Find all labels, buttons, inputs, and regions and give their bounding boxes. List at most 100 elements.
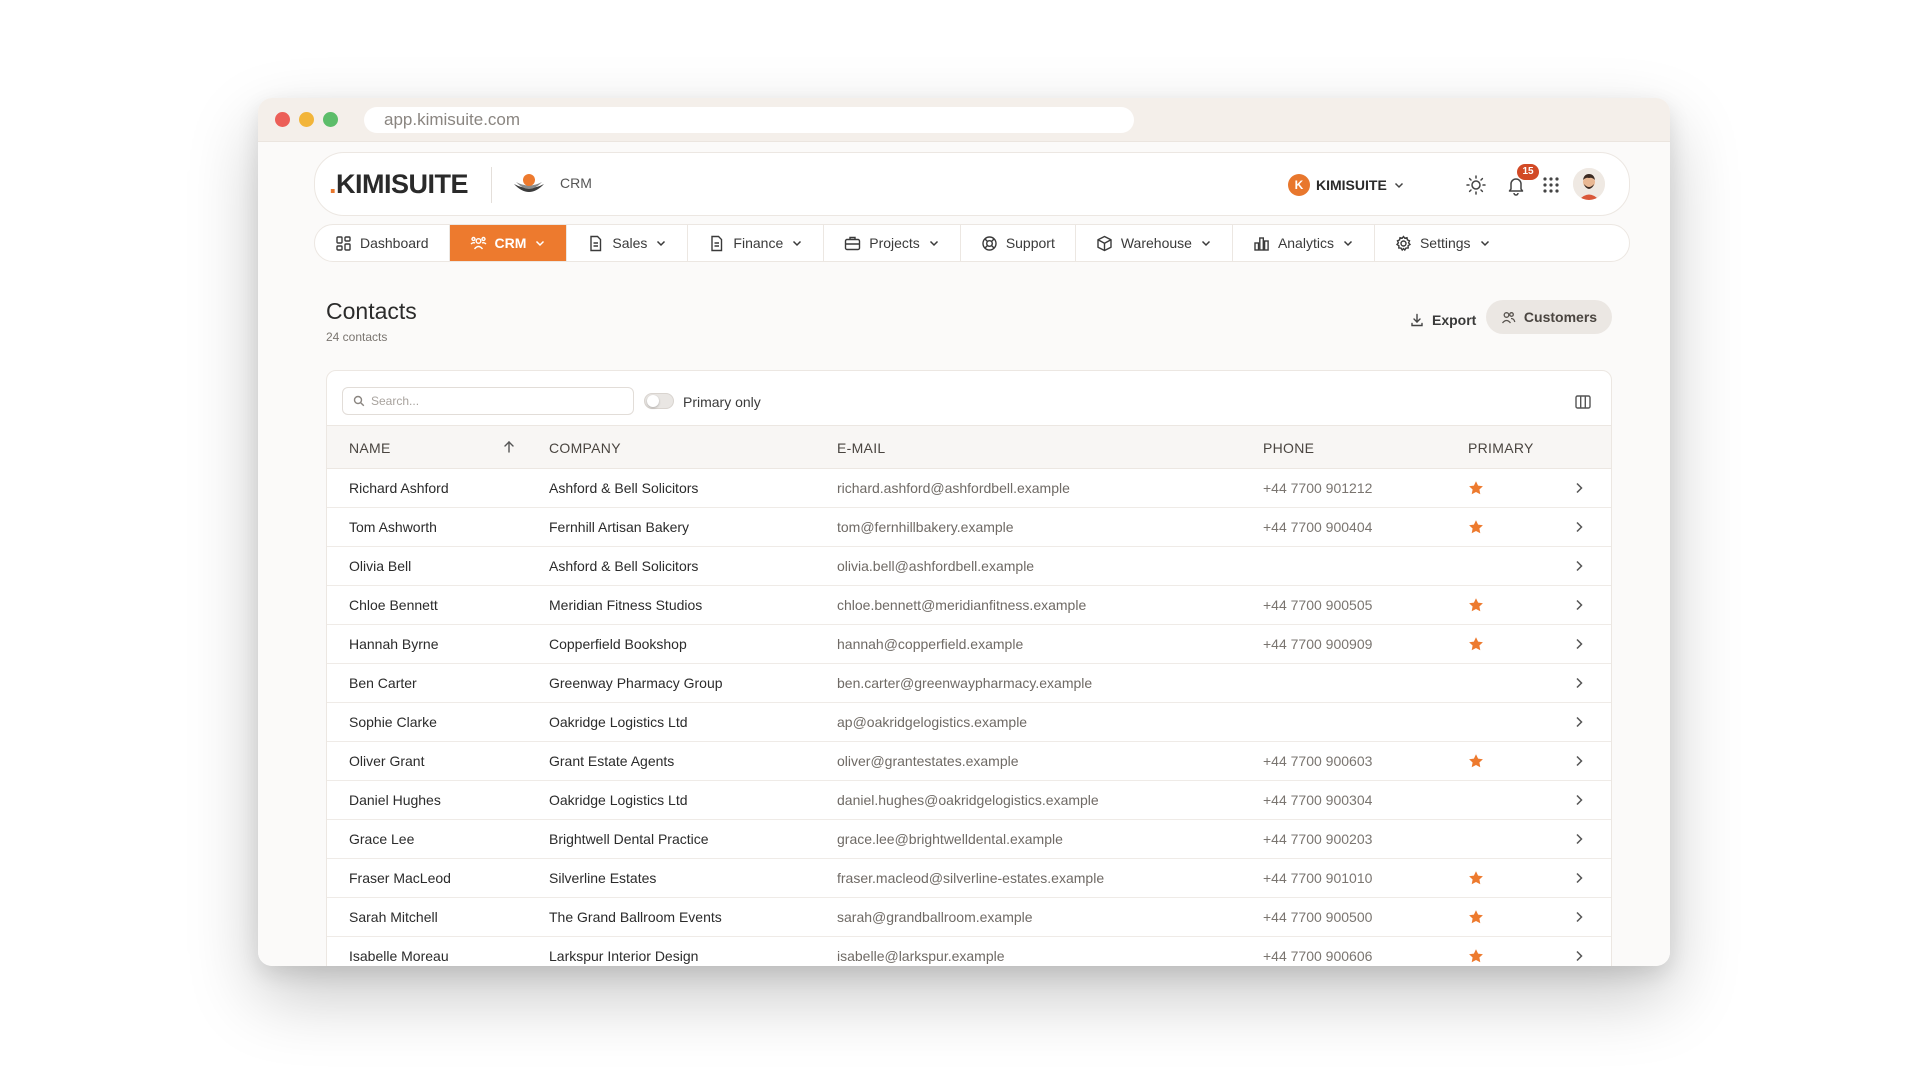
tenant-switcher[interactable]: K KIMISUITE bbox=[1288, 172, 1405, 198]
primary-only-label[interactable]: Primary only bbox=[683, 394, 761, 410]
contact-name: Sophie Clarke bbox=[349, 714, 437, 730]
table-row[interactable]: Sarah Mitchell The Grand Ballroom Events… bbox=[327, 898, 1611, 937]
contact-company: Ashford & Bell Solicitors bbox=[549, 558, 699, 574]
chevron-down-icon bbox=[1201, 240, 1210, 247]
table-row[interactable]: Daniel Hughes Oakridge Logistics Ltd dan… bbox=[327, 781, 1611, 820]
sun-icon[interactable] bbox=[1465, 174, 1487, 196]
chevron-right-icon[interactable] bbox=[1572, 520, 1586, 534]
column-header-phone[interactable]: PHONE bbox=[1263, 440, 1314, 456]
kimisuite-logo[interactable]: .KIMISUITE bbox=[329, 169, 469, 199]
chevron-down-icon bbox=[1480, 240, 1489, 247]
table-row[interactable]: Grace Lee Brightwell Dental Practice gra… bbox=[327, 820, 1611, 859]
primary-only-toggle[interactable] bbox=[644, 393, 674, 409]
contact-company: Oakridge Logistics Ltd bbox=[549, 792, 688, 808]
chevron-right-icon[interactable] bbox=[1572, 559, 1586, 573]
address-bar[interactable]: app.kimisuite.com bbox=[364, 107, 1134, 133]
primary-star-icon bbox=[1469, 949, 1483, 963]
contact-company: The Grand Ballroom Events bbox=[549, 909, 722, 925]
crm-module-icon bbox=[514, 174, 544, 192]
chevron-down-icon bbox=[929, 240, 938, 247]
table-row[interactable]: Richard Ashford Ashford & Bell Solicitor… bbox=[327, 469, 1611, 508]
nav-analytics-label: Analytics bbox=[1277, 235, 1334, 251]
table-row[interactable]: Chloe Bennett Meridian Fitness Studios c… bbox=[327, 586, 1611, 625]
table-row[interactable]: Isabelle Moreau Larkspur Interior Design… bbox=[327, 937, 1611, 966]
chevron-right-icon[interactable] bbox=[1572, 754, 1586, 768]
nav-sales[interactable]: Sales bbox=[567, 225, 689, 261]
primary-star-icon bbox=[1469, 520, 1483, 534]
column-header-primary[interactable]: PRIMARY bbox=[1468, 440, 1534, 456]
contact-name: Richard Ashford bbox=[349, 480, 449, 496]
chevron-right-icon[interactable] bbox=[1572, 793, 1586, 807]
document-icon bbox=[711, 235, 723, 251]
table-row[interactable]: Ben Carter Greenway Pharmacy Group ben.c… bbox=[327, 664, 1611, 703]
dashboard-icon bbox=[336, 235, 351, 251]
sort-ascending-icon[interactable] bbox=[501, 439, 517, 455]
primary-star-icon bbox=[1469, 871, 1483, 885]
columns-icon[interactable] bbox=[1574, 393, 1592, 411]
primary-star-icon bbox=[1469, 481, 1483, 495]
chevron-right-icon[interactable] bbox=[1572, 832, 1586, 846]
contact-company: Oakridge Logistics Ltd bbox=[549, 714, 688, 730]
download-icon bbox=[1411, 313, 1423, 327]
nav-dashboard[interactable]: Dashboard bbox=[315, 225, 450, 261]
table-row[interactable]: Oliver Grant Grant Estate Agents oliver@… bbox=[327, 742, 1611, 781]
user-avatar[interactable] bbox=[1573, 168, 1605, 200]
column-header-email[interactable]: E-MAIL bbox=[837, 440, 885, 456]
table-row[interactable]: Fraser MacLeod Silverline Estates fraser… bbox=[327, 859, 1611, 898]
column-header-name[interactable]: NAME bbox=[349, 440, 391, 456]
contact-email: richard.ashford@ashfordbell.example bbox=[837, 480, 1070, 496]
nav-projects[interactable]: Projects bbox=[824, 225, 961, 261]
bar-chart-icon bbox=[1254, 236, 1269, 251]
table-row[interactable]: Olivia Bell Ashford & Bell Solicitors ol… bbox=[327, 547, 1611, 586]
chevron-right-icon[interactable] bbox=[1572, 481, 1586, 495]
chevron-right-icon[interactable] bbox=[1572, 949, 1586, 963]
contact-company: Ashford & Bell Solicitors bbox=[549, 480, 699, 496]
chevron-right-icon[interactable] bbox=[1572, 910, 1586, 924]
nav-analytics[interactable]: Analytics bbox=[1233, 225, 1375, 261]
chevron-down-icon bbox=[1343, 240, 1352, 247]
primary-star-icon bbox=[1469, 754, 1483, 768]
contact-name: Tom Ashworth bbox=[349, 519, 437, 535]
notification-badge: 15 bbox=[1517, 164, 1539, 180]
chevron-down-icon bbox=[1394, 182, 1403, 189]
nav-warehouse-label: Warehouse bbox=[1120, 235, 1192, 251]
apps-grid-icon[interactable] bbox=[1540, 174, 1562, 196]
chevron-right-icon[interactable] bbox=[1572, 715, 1586, 729]
primary-star-icon bbox=[1469, 598, 1483, 612]
table-row[interactable]: Sophie Clarke Oakridge Logistics Ltd ap@… bbox=[327, 703, 1611, 742]
chevron-right-icon[interactable] bbox=[1572, 676, 1586, 690]
logo-text: KIMISUITE bbox=[336, 169, 469, 199]
customers-button[interactable]: Customers bbox=[1486, 300, 1612, 334]
table-row[interactable]: Tom Ashworth Fernhill Artisan Bakery tom… bbox=[327, 508, 1611, 547]
chevron-down-icon bbox=[536, 240, 545, 247]
export-button[interactable]: Export bbox=[1402, 306, 1484, 334]
nav-settings[interactable]: Settings bbox=[1375, 225, 1511, 261]
users-icon bbox=[1501, 311, 1516, 323]
contact-email: hannah@copperfield.example bbox=[837, 636, 1024, 652]
nav-finance-label: Finance bbox=[733, 235, 784, 251]
search-input[interactable] bbox=[371, 394, 611, 408]
nav-support[interactable]: Support bbox=[961, 225, 1076, 261]
nav-finance[interactable]: Finance bbox=[688, 225, 825, 261]
contact-email: sarah@grandballroom.example bbox=[837, 909, 1033, 925]
chevron-right-icon[interactable] bbox=[1572, 637, 1586, 651]
chevron-right-icon[interactable] bbox=[1572, 871, 1586, 885]
contact-phone: +44 7700 900304 bbox=[1263, 792, 1373, 808]
maximize-window-button[interactable] bbox=[323, 112, 338, 127]
contact-phone: +44 7700 901010 bbox=[1263, 870, 1373, 886]
column-header-company[interactable]: COMPANY bbox=[549, 440, 621, 456]
contact-company: Grant Estate Agents bbox=[549, 753, 675, 769]
nav-warehouse[interactable]: Warehouse bbox=[1076, 225, 1233, 261]
chevron-right-icon[interactable] bbox=[1572, 598, 1586, 612]
contact-name: Hannah Byrne bbox=[349, 636, 439, 652]
nav-crm-label: CRM bbox=[494, 235, 527, 251]
close-window-button[interactable] bbox=[275, 112, 290, 127]
search-box[interactable] bbox=[342, 387, 634, 415]
briefcase-icon bbox=[845, 236, 861, 250]
contact-name: Grace Lee bbox=[349, 831, 415, 847]
tenant-avatar: K bbox=[1288, 174, 1310, 196]
contact-email: chloe.bennett@meridianfitness.example bbox=[837, 597, 1087, 613]
minimize-window-button[interactable] bbox=[299, 112, 314, 127]
table-row[interactable]: Hannah Byrne Copperfield Bookshop hannah… bbox=[327, 625, 1611, 664]
nav-crm[interactable]: CRM bbox=[449, 225, 568, 261]
